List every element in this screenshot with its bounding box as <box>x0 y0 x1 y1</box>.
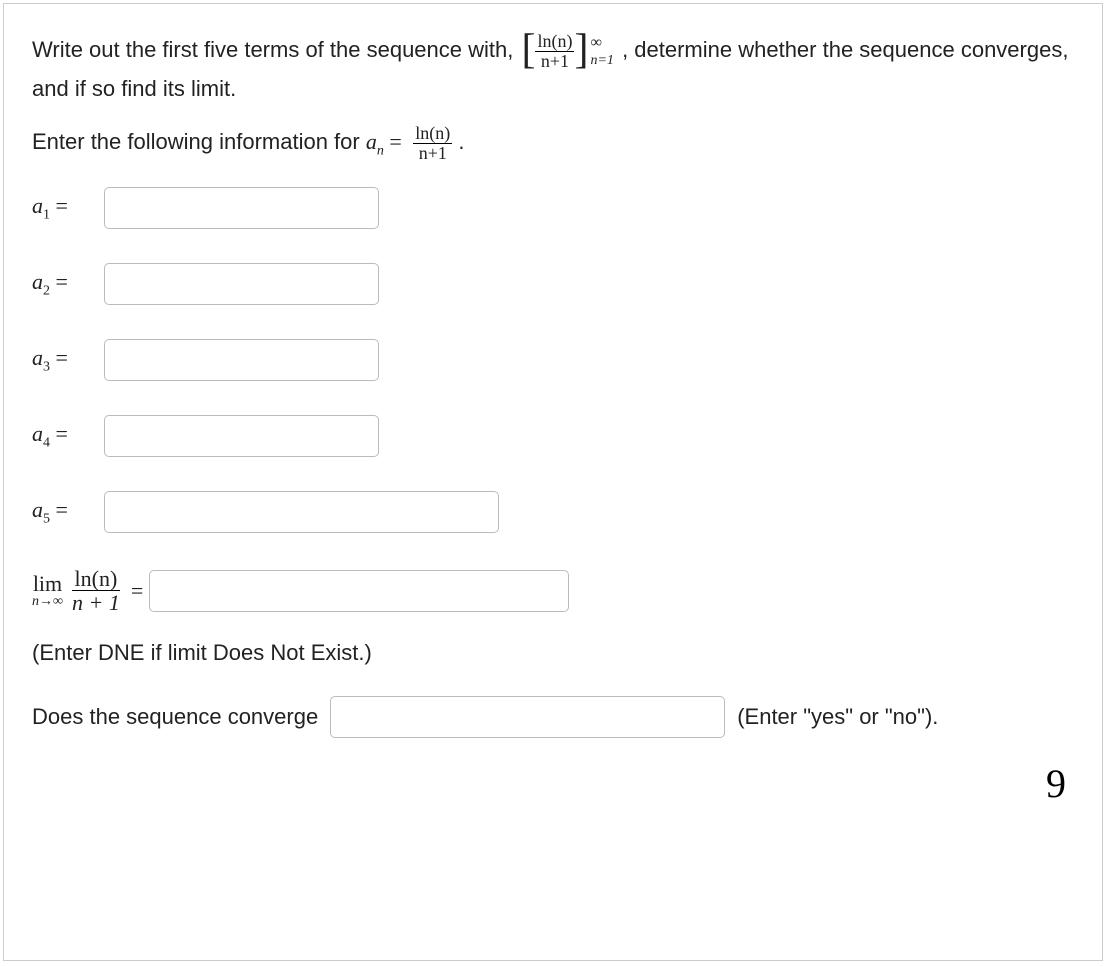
a5-input[interactable] <box>104 491 499 533</box>
sequence-bracket-expression: [ ln(n) n+1 ] ∞ n=1 <box>521 32 613 71</box>
limit-row: lim n→∞ ln(n) n + 1 = <box>32 567 1074 614</box>
a3-row: a3 = <box>32 339 1074 381</box>
sequence-denominator: n+1 <box>539 52 571 71</box>
a4-label: a4 = <box>32 421 104 451</box>
an-numerator: ln(n) <box>413 124 452 144</box>
bracket-sup: ∞ <box>590 33 601 52</box>
a3-input[interactable] <box>104 339 379 381</box>
a2-row: a2 = <box>32 263 1074 305</box>
sequence-numerator: ln(n) <box>535 32 574 52</box>
a4-row: a4 = <box>32 415 1074 457</box>
question-part1: Write out the first five terms of the se… <box>32 37 519 62</box>
question-text: Write out the first five terms of the se… <box>32 32 1074 106</box>
equals-sign: = <box>389 129 407 154</box>
period: . <box>458 129 464 154</box>
problem-container: Write out the first five terms of the se… <box>3 3 1103 961</box>
a2-input[interactable] <box>104 263 379 305</box>
limit-numerator: ln(n) <box>72 567 121 591</box>
limit-fraction: ln(n) n + 1 <box>69 567 123 614</box>
a4-input[interactable] <box>104 415 379 457</box>
a1-input[interactable] <box>104 187 379 229</box>
enter-info: Enter the following information for an =… <box>32 124 1074 163</box>
sequence-fraction: ln(n) n+1 <box>535 32 574 71</box>
an-denominator: n+1 <box>417 144 449 163</box>
converge-prompt: Does the sequence converge <box>32 704 318 730</box>
a3-label: a3 = <box>32 345 104 375</box>
enter-info-text: Enter the following information for <box>32 129 366 154</box>
a5-row: a5 = <box>32 491 1074 533</box>
a2-label: a2 = <box>32 269 104 299</box>
converge-row: Does the sequence converge (Enter "yes" … <box>32 696 1074 738</box>
a5-label: a5 = <box>32 497 104 527</box>
an-symbol: an <box>366 129 390 154</box>
right-bracket-icon: ] <box>574 32 588 70</box>
bracket-sub: n=1 <box>590 53 613 70</box>
limit-symbol: lim n→∞ <box>32 573 63 609</box>
a1-label: a1 = <box>32 193 104 223</box>
bracket-bounds: ∞ n=1 <box>590 33 613 69</box>
a1-row: a1 = <box>32 187 1074 229</box>
an-fraction: ln(n) n+1 <box>413 124 452 163</box>
handwritten-annotation: 9 <box>1046 760 1066 807</box>
limit-input[interactable] <box>149 570 569 612</box>
converge-after: (Enter "yes" or "no"). <box>737 704 938 730</box>
left-bracket-icon: [ <box>521 32 535 70</box>
dne-hint: (Enter DNE if limit Does Not Exist.) <box>32 640 1074 666</box>
limit-equals: = <box>131 578 143 604</box>
converge-input[interactable] <box>330 696 725 738</box>
limit-denominator: n + 1 <box>69 591 123 614</box>
